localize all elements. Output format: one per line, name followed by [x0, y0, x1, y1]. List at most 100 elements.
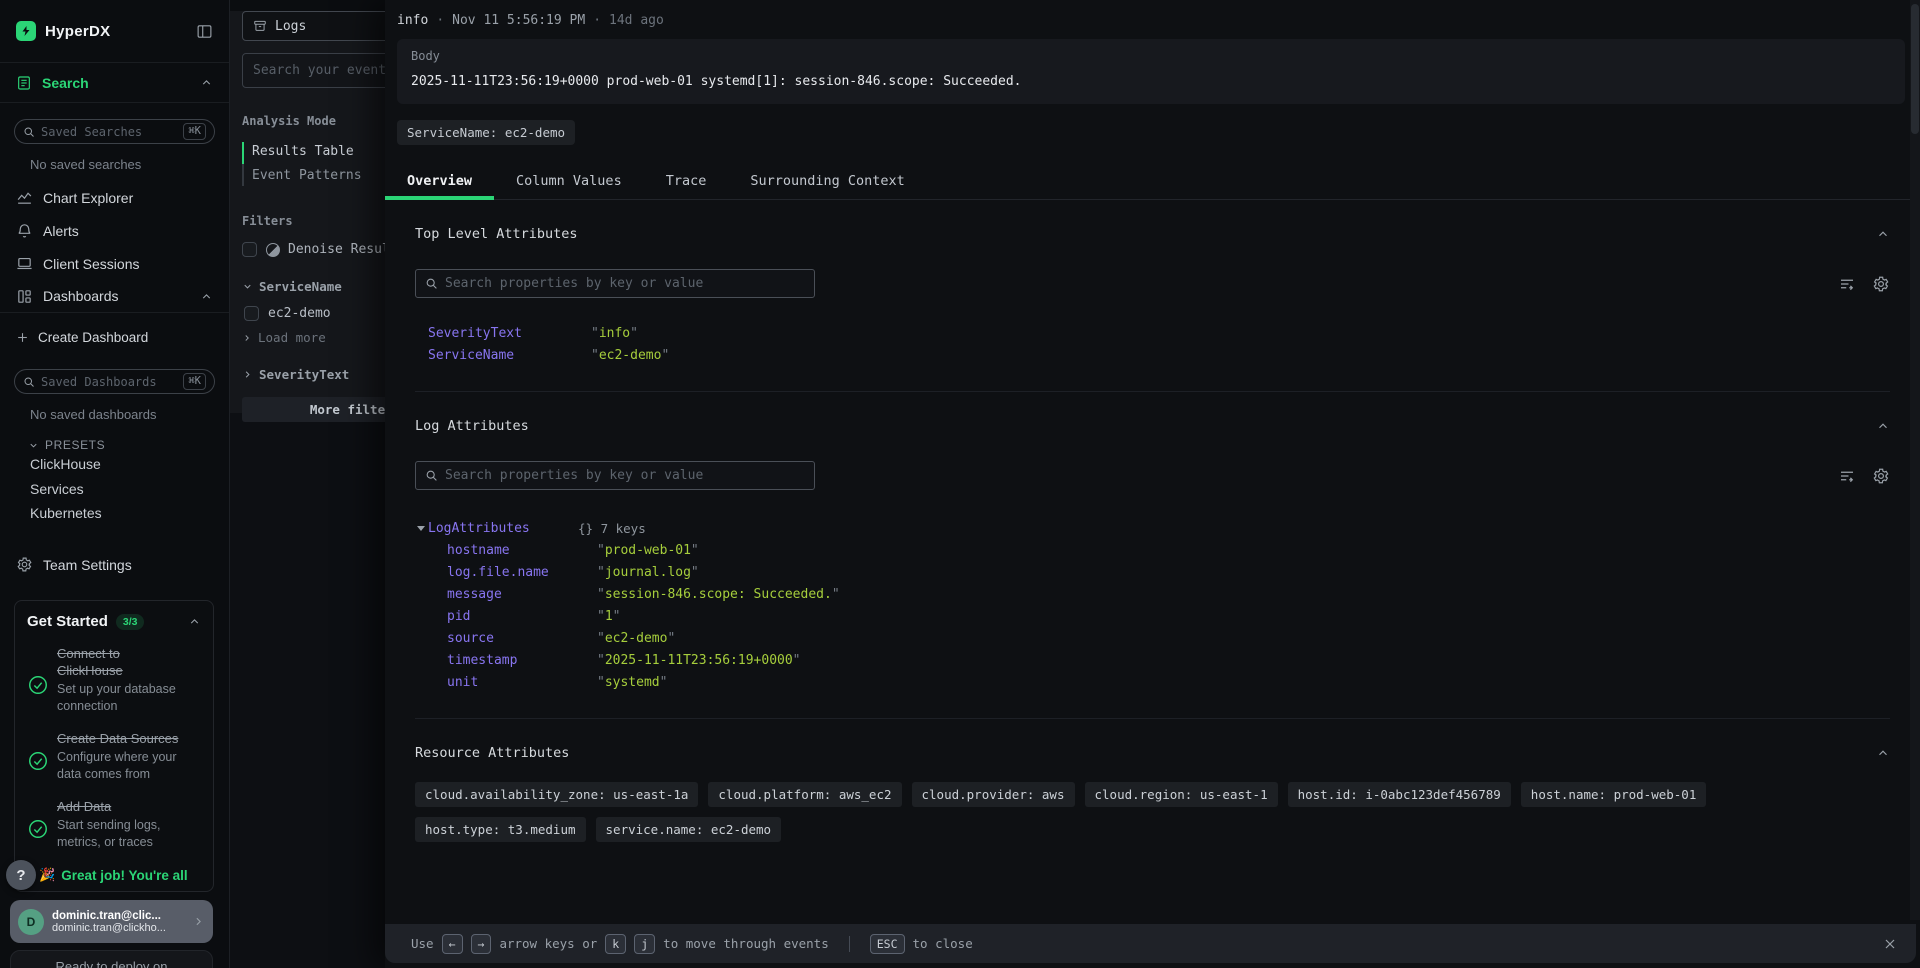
get-started-progress-badge: 3/3 — [116, 614, 145, 630]
resource-chip[interactable]: cloud.region: us-east-1 — [1085, 782, 1278, 807]
preset-item-clickhouse[interactable]: ClickHouse — [30, 452, 229, 477]
get-started-item-title: Add Data — [57, 798, 187, 815]
footer-text: to close — [913, 936, 973, 951]
resource-chip[interactable]: host.type: t3.medium — [415, 817, 586, 842]
tab-overview[interactable]: Overview — [385, 162, 494, 199]
denoise-checkbox[interactable] — [242, 242, 257, 257]
property-search-box[interactable] — [415, 269, 815, 298]
attribute-value[interactable]: 2025-11-11T23:56:19+0000 — [597, 650, 1890, 672]
hyperdx-logo-icon — [16, 21, 36, 41]
tree-parent-row[interactable]: LogAttributes {} 7 keys — [428, 518, 1890, 540]
event-timestamp: Nov 11 5:56:19 PM — [452, 13, 585, 28]
get-started-item[interactable]: Create Data Sources Configure where your… — [27, 730, 201, 783]
attribute-row: SeverityText info — [428, 323, 1890, 345]
attribute-key[interactable]: ServiceName — [428, 345, 591, 367]
help-button[interactable]: ? — [6, 860, 36, 890]
attribute-key[interactable]: log.file.name — [447, 562, 597, 584]
filter-lines-icon[interactable] — [1838, 467, 1856, 485]
presets-toggle[interactable]: PRESETS — [28, 438, 229, 452]
tab-trace[interactable]: Trace — [644, 162, 729, 199]
deploy-banner[interactable]: Ready to deploy on — [10, 950, 213, 968]
body-label: Body — [411, 49, 1891, 63]
attribute-value[interactable]: journal.log — [597, 562, 1890, 584]
attribute-key[interactable]: LogAttributes — [428, 518, 578, 540]
sidebar-item-search[interactable]: Search — [0, 62, 229, 103]
attribute-value[interactable]: info — [591, 323, 1890, 345]
attribute-key[interactable]: hostname — [447, 540, 597, 562]
attribute-row: unit systemd — [428, 672, 1890, 694]
filter-checkbox[interactable] — [244, 306, 259, 321]
no-saved-searches-note: No saved searches — [30, 157, 229, 172]
preset-item-kubernetes[interactable]: Kubernetes — [30, 501, 229, 526]
scrollbar-thumb[interactable] — [1911, 4, 1919, 134]
preset-item-services[interactable]: Services — [30, 477, 229, 502]
gear-icon[interactable] — [1872, 275, 1890, 293]
attribute-key[interactable]: timestamp — [447, 650, 597, 672]
saved-searches-input[interactable] — [41, 125, 183, 139]
attribute-key[interactable]: pid — [447, 606, 597, 628]
sidebar-toggle-icon[interactable] — [196, 23, 213, 40]
attribute-value[interactable]: prod-web-01 — [597, 540, 1890, 562]
resource-chip[interactable]: service.name: ec2-demo — [596, 817, 782, 842]
event-age: 14d ago — [609, 13, 664, 28]
sidebar: HyperDX Search ⌘K No saved searches — [0, 0, 230, 968]
get-started-item[interactable]: Add Data Start sending logs, metrics, or… — [27, 798, 201, 851]
sidebar-nav: Chart Explorer Alerts Client Sessions Da… — [0, 181, 229, 313]
service-name-chip[interactable]: ServiceName: ec2-demo — [397, 120, 575, 145]
resource-chip[interactable]: cloud.platform: aws_ec2 — [708, 782, 901, 807]
gear-icon[interactable] — [1872, 467, 1890, 485]
sidebar-item-client-sessions[interactable]: Client Sessions — [0, 247, 229, 280]
separator-dot: · — [436, 13, 444, 28]
saved-searches-search[interactable]: ⌘K — [14, 119, 215, 144]
chevron-up-icon[interactable] — [188, 615, 201, 628]
denoise-icon — [266, 243, 280, 257]
section-divider — [415, 391, 1890, 392]
create-dashboard-button[interactable]: Create Dashboard — [0, 321, 229, 353]
close-icon — [1882, 936, 1898, 952]
section-divider — [415, 718, 1890, 719]
resource-chip[interactable]: host.name: prod-web-01 — [1521, 782, 1707, 807]
get-started-card: Get Started 3/3 Connect to ClickHouse Se… — [14, 600, 214, 892]
user-profile[interactable]: D dominic.tran@clic... dominic.tran@clic… — [10, 900, 213, 943]
property-search-input[interactable] — [445, 468, 805, 483]
attribute-key[interactable]: SeverityText — [428, 323, 591, 345]
get-started-header[interactable]: Get Started 3/3 — [27, 613, 201, 630]
attribute-value[interactable]: session-846.scope: Succeeded. — [597, 584, 1890, 606]
attribute-row: message session-846.scope: Succeeded. — [428, 584, 1890, 606]
saved-dashboards-input[interactable] — [41, 375, 183, 389]
close-panel-button[interactable] — [1882, 936, 1898, 952]
resource-chip[interactable]: host.id: i-0abc123def456789 — [1288, 782, 1511, 807]
get-started-item[interactable]: Connect to ClickHouse Set up your databa… — [27, 645, 201, 715]
attribute-value[interactable]: systemd — [597, 672, 1890, 694]
attribute-value[interactable]: ec2-demo — [591, 345, 1890, 367]
app: HyperDX Search ⌘K No saved searches — [0, 0, 1920, 968]
attribute-key[interactable]: unit — [447, 672, 597, 694]
expand-arrow-icon[interactable] — [417, 526, 425, 531]
bell-icon — [16, 222, 33, 239]
attribute-value[interactable]: ec2-demo — [597, 628, 1890, 650]
property-search-input[interactable] — [445, 276, 805, 291]
filter-lines-icon[interactable] — [1838, 275, 1856, 293]
gear-icon — [16, 556, 33, 573]
resource-chip[interactable]: cloud.availability_zone: us-east-1a — [415, 782, 698, 807]
attribute-value[interactable]: 1 — [597, 606, 1890, 628]
k-key: k — [605, 934, 626, 954]
property-search-box[interactable] — [415, 461, 815, 490]
tab-surrounding-context[interactable]: Surrounding Context — [728, 162, 926, 199]
attribute-key[interactable]: source — [447, 628, 597, 650]
chevron-up-icon — [200, 290, 213, 303]
resource-chip[interactable]: cloud.provider: aws — [912, 782, 1075, 807]
sidebar-item-dashboards[interactable]: Dashboards — [0, 280, 229, 313]
scrollbar[interactable] — [1910, 0, 1920, 920]
tab-column-values[interactable]: Column Values — [494, 162, 644, 199]
collapse-section-icon[interactable] — [1876, 227, 1890, 241]
attribute-key[interactable]: message — [447, 584, 597, 606]
sidebar-item-alerts[interactable]: Alerts — [0, 214, 229, 247]
sidebar-item-team-settings[interactable]: Team Settings — [0, 548, 229, 582]
collapse-section-icon[interactable] — [1876, 746, 1890, 760]
attribute-row: pid 1 — [428, 606, 1890, 628]
body-content[interactable]: 2025-11-11T23:56:19+0000 prod-web-01 sys… — [411, 74, 1891, 89]
collapse-section-icon[interactable] — [1876, 419, 1890, 433]
sidebar-item-chart-explorer[interactable]: Chart Explorer — [0, 181, 229, 214]
saved-dashboards-search[interactable]: ⌘K — [14, 369, 215, 394]
